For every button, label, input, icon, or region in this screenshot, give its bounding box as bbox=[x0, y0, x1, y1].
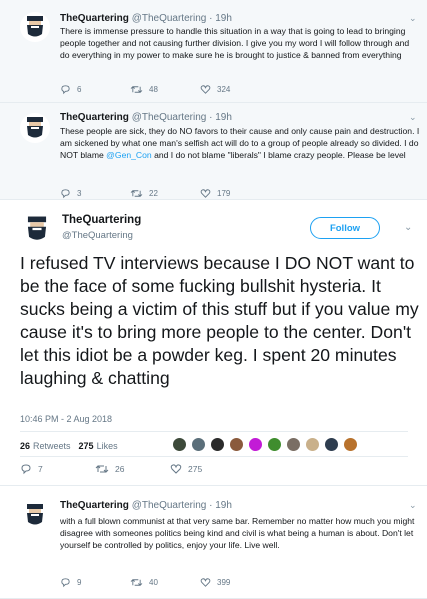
retweet-button[interactable]: 40 bbox=[130, 577, 200, 588]
avatar[interactable] bbox=[20, 113, 50, 143]
handle[interactable]: @TheQuartering bbox=[132, 112, 207, 123]
tweet-actions: 7 26 275 bbox=[20, 462, 245, 476]
bearded-avatar-icon bbox=[27, 117, 43, 138]
like-count: 275 bbox=[188, 464, 203, 474]
display-name[interactable]: TheQuartering bbox=[60, 112, 129, 123]
liker-avatar[interactable] bbox=[343, 437, 358, 452]
chevron-down-icon[interactable]: ⌄ bbox=[409, 13, 419, 23]
liker-avatar[interactable] bbox=[286, 437, 301, 452]
retweet-button[interactable]: 26 bbox=[95, 463, 170, 475]
avatar[interactable] bbox=[20, 212, 54, 246]
tweet-stats: 26 Retweets 275 Likes bbox=[20, 441, 126, 451]
reply-button[interactable]: 9 bbox=[60, 577, 130, 588]
bearded-avatar-icon bbox=[27, 16, 43, 37]
liker-avatar[interactable] bbox=[210, 437, 225, 452]
tweet-1[interactable]: TheQuartering @TheQuartering · 19h ⌄ The… bbox=[0, 0, 427, 103]
liker-avatar[interactable] bbox=[248, 437, 263, 452]
chevron-down-icon[interactable]: ⌄ bbox=[409, 112, 419, 122]
liker-avatar[interactable] bbox=[324, 437, 339, 452]
tweet-timestamp[interactable]: 10:46 PM - 2 Aug 2018 bbox=[20, 414, 112, 424]
reply-icon bbox=[61, 84, 70, 94]
likes-label[interactable]: Likes bbox=[97, 441, 118, 451]
reply-button[interactable]: 6 bbox=[60, 84, 130, 95]
chevron-down-icon[interactable]: ⌄ bbox=[409, 500, 419, 510]
retweet-icon bbox=[130, 189, 143, 197]
display-name[interactable]: TheQuartering bbox=[60, 13, 129, 24]
bearded-avatar-icon bbox=[27, 504, 43, 525]
bearded-avatar-icon bbox=[27, 216, 47, 240]
retweet-total[interactable]: 26 bbox=[20, 441, 30, 451]
liker-avatar[interactable] bbox=[267, 437, 282, 452]
liker-avatar[interactable] bbox=[191, 437, 206, 452]
divider bbox=[20, 456, 408, 457]
like-button[interactable]: 399 bbox=[200, 577, 270, 588]
heart-icon bbox=[200, 188, 211, 198]
display-name[interactable]: TheQuartering bbox=[60, 500, 129, 511]
liker-avatar[interactable] bbox=[305, 437, 320, 452]
reply-count: 7 bbox=[38, 464, 43, 474]
tweet-2[interactable]: TheQuartering @TheQuartering · 19h ⌄ The… bbox=[0, 103, 427, 200]
like-count: 179 bbox=[217, 188, 231, 198]
main-tweet: TheQuartering @TheQuartering Follow ⌄ I … bbox=[0, 200, 427, 486]
reply-button[interactable]: 7 bbox=[20, 463, 95, 475]
tweet-actions: 3 22 179 bbox=[60, 186, 270, 200]
retweet-count: 26 bbox=[115, 464, 125, 474]
avatar[interactable] bbox=[20, 500, 50, 530]
tweet-text: These people are sick, they do NO favors… bbox=[60, 126, 420, 161]
reply-icon bbox=[21, 464, 31, 475]
retweets-label[interactable]: Retweets bbox=[33, 441, 71, 451]
like-button[interactable]: 324 bbox=[200, 84, 270, 95]
heart-icon bbox=[170, 464, 182, 474]
tweet-time[interactable]: · 19h bbox=[209, 500, 232, 511]
liker-avatar[interactable] bbox=[229, 437, 244, 452]
avatar[interactable] bbox=[20, 12, 50, 42]
tweet-time[interactable]: · 19h bbox=[209, 112, 232, 123]
tweet-text: I refused TV interviews because I DO NOT… bbox=[20, 253, 419, 388]
tweet-time[interactable]: · 19h bbox=[209, 13, 232, 24]
heart-icon bbox=[200, 84, 211, 94]
like-button[interactable]: 179 bbox=[200, 188, 270, 199]
mention-link[interactable]: @Gen_Con bbox=[106, 150, 152, 160]
retweet-button[interactable]: 22 bbox=[130, 188, 200, 199]
tweet-text: There is immense pressure to handle this… bbox=[60, 26, 410, 60]
display-name[interactable]: TheQuartering bbox=[62, 214, 141, 226]
tweet-reply[interactable]: TheQuartering @TheQuartering · 19h ⌄ wit… bbox=[0, 486, 427, 599]
tweet-actions: 9 40 399 bbox=[60, 575, 270, 589]
reply-button[interactable]: 3 bbox=[60, 188, 130, 199]
like-total[interactable]: 275 bbox=[79, 441, 94, 451]
reply-icon bbox=[61, 577, 70, 587]
retweet-icon bbox=[130, 578, 143, 586]
reply-count: 3 bbox=[77, 188, 82, 198]
heart-icon bbox=[200, 577, 211, 587]
liker-avatars bbox=[172, 437, 362, 452]
tweet-header: TheQuartering @TheQuartering · 19h bbox=[60, 13, 232, 24]
tweet-header: TheQuartering @TheQuartering · 19h bbox=[60, 500, 232, 511]
retweet-count: 22 bbox=[149, 188, 158, 198]
liker-avatar[interactable] bbox=[172, 437, 187, 452]
retweet-icon bbox=[130, 85, 143, 93]
handle[interactable]: @TheQuartering bbox=[132, 13, 207, 24]
follow-button[interactable]: Follow bbox=[310, 217, 380, 239]
retweet-count: 40 bbox=[149, 577, 158, 587]
reply-count: 6 bbox=[77, 84, 82, 94]
tweet-text-part: and I do not blame "liberals" I blame cr… bbox=[151, 149, 406, 160]
tweet-text: with a full blown communist at that very… bbox=[60, 516, 415, 550]
tweet-actions: 6 48 324 bbox=[60, 82, 270, 96]
retweet-icon bbox=[95, 465, 109, 473]
handle[interactable]: @TheQuartering bbox=[132, 500, 207, 511]
tweet-header: TheQuartering @TheQuartering · 19h bbox=[60, 112, 232, 123]
like-count: 324 bbox=[217, 84, 231, 94]
retweet-count: 48 bbox=[149, 84, 158, 94]
reply-count: 9 bbox=[77, 577, 82, 587]
chevron-down-icon[interactable]: ⌄ bbox=[404, 222, 412, 233]
handle[interactable]: @TheQuartering bbox=[62, 230, 133, 241]
like-button[interactable]: 275 bbox=[170, 463, 245, 475]
divider bbox=[20, 431, 408, 432]
like-count: 399 bbox=[217, 577, 231, 587]
retweet-button[interactable]: 48 bbox=[130, 84, 200, 95]
reply-icon bbox=[61, 188, 70, 198]
